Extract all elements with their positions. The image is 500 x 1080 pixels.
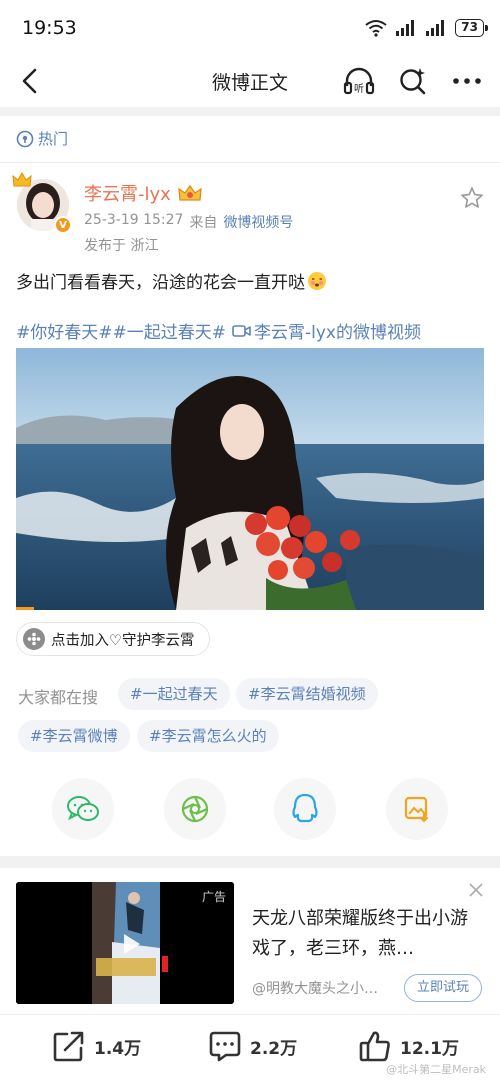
repost-count: 1.4万: [94, 1038, 142, 1059]
guard-button[interactable]: 点击加入♡守护李云霄: [16, 622, 210, 656]
star-icon: [461, 187, 483, 208]
topic-links[interactable]: #你好春天##一起过春天#: [16, 318, 226, 343]
action-bar: 1.4万 2.2万 12.1万 @北斗第二星Merak: [0, 1014, 500, 1080]
like-button[interactable]: 12.1万: [358, 1029, 459, 1063]
verified-badge: V: [54, 216, 72, 234]
comment-count: 2.2万: [250, 1038, 298, 1059]
ad-card[interactable]: 广告 天龙八部荣耀版终于出小游戏了，老三环，燕… @明教大魔头之小… 立即试玩: [0, 870, 500, 1010]
video-camera-icon: [232, 324, 251, 337]
share-qq-button[interactable]: [274, 778, 336, 840]
hot-label: 热门: [38, 130, 69, 148]
ai-search-button[interactable]: [396, 64, 430, 98]
search-tag[interactable]: #一起过春天: [118, 678, 230, 710]
comment-icon: [209, 1031, 241, 1062]
source-prefix: 来自: [189, 215, 218, 231]
status-time: 19:53: [22, 17, 77, 39]
status-bar: 19:53 73: [0, 0, 500, 56]
qq-icon: [292, 793, 318, 823]
ad-close-button[interactable]: [468, 882, 484, 902]
wechat-icon: [67, 796, 99, 821]
battery-indicator: 73: [455, 19, 488, 37]
section-separator: [0, 856, 500, 868]
search-label: 大家都在搜: [18, 688, 99, 707]
post-body: 多出门看看春天，沿途的花会一直开哒: [16, 268, 327, 293]
nav-bar: 微博正文 听: [0, 56, 500, 106]
nav-actions: 听: [342, 64, 484, 98]
topic-line: #你好春天##一起过春天# 李云霄-lyx的微博视频: [16, 318, 421, 343]
search-tag[interactable]: #李云霄微博: [18, 720, 130, 752]
search-tag[interactable]: #李云霄怎么火的: [137, 720, 279, 752]
comment-button[interactable]: 2.2万: [208, 1029, 297, 1063]
svg-text:听: 听: [354, 83, 364, 95]
ad-title[interactable]: 天龙八部荣耀版终于出小游戏了，老三环，燕…: [252, 904, 482, 964]
blush-emoji-icon: [308, 271, 326, 290]
post-meta: 25-3-19 15:27 来自 微博视频号: [84, 212, 293, 232]
headphones-icon: 听: [343, 67, 375, 95]
member-crown-icon[interactable]: [177, 183, 203, 203]
status-icons: 73: [365, 19, 488, 37]
search-tag[interactable]: #李云霄结婚视频: [236, 678, 378, 710]
thumbs-up-icon: [359, 1031, 390, 1062]
post-text: 多出门看看春天，沿途的花会一直开哒: [16, 273, 305, 293]
post-location: 发布于 浙江: [84, 238, 159, 254]
share-row: [0, 778, 500, 840]
share-moments-button[interactable]: [164, 778, 226, 840]
ad-author[interactable]: @明教大魔头之小…: [252, 978, 378, 998]
repost-icon: [53, 1031, 84, 1062]
more-dots-icon: [453, 78, 481, 84]
post-source[interactable]: 微博视频号: [223, 212, 293, 232]
divider: [0, 162, 500, 163]
repost-button[interactable]: 1.4万: [52, 1029, 141, 1063]
moments-icon: [181, 795, 209, 823]
listen-button[interactable]: 听: [342, 64, 376, 98]
post-time: 25-3-19 15:27: [84, 212, 184, 228]
wifi-icon: [365, 20, 387, 37]
avatar[interactable]: V: [12, 172, 72, 234]
username[interactable]: 李云霄-lyx: [84, 180, 171, 206]
ad-video[interactable]: 广告: [16, 882, 234, 1004]
ad-badge: 广告: [201, 890, 226, 904]
video-frame: [16, 348, 484, 610]
close-icon: [469, 883, 483, 897]
section-separator: [0, 107, 500, 116]
username-row: 李云霄-lyx: [84, 180, 203, 206]
more-button[interactable]: [450, 64, 484, 98]
favorite-button[interactable]: [460, 186, 484, 214]
watermark: @北斗第二星Merak: [386, 1063, 486, 1076]
like-count: 12.1万: [400, 1038, 459, 1059]
search-sparkle-icon: [400, 68, 426, 95]
hot-label-row[interactable]: 热门: [16, 128, 68, 149]
guard-flower-icon: [23, 628, 45, 650]
share-wechat-button[interactable]: [52, 778, 114, 840]
ad-cta-button[interactable]: 立即试玩: [404, 974, 482, 1002]
save-image-button[interactable]: [386, 778, 448, 840]
video-progress: [16, 607, 34, 610]
hot-location-icon: [16, 130, 34, 147]
guard-label: 点击加入♡守护李云霄: [51, 632, 195, 649]
crown-icon: [12, 172, 32, 187]
signal-icon-2: [426, 20, 445, 36]
video-link[interactable]: 李云霄-lyx的微博视频: [254, 318, 421, 343]
video-player[interactable]: [16, 348, 484, 610]
signal-icon: [396, 20, 415, 36]
save-image-icon: [404, 796, 428, 823]
